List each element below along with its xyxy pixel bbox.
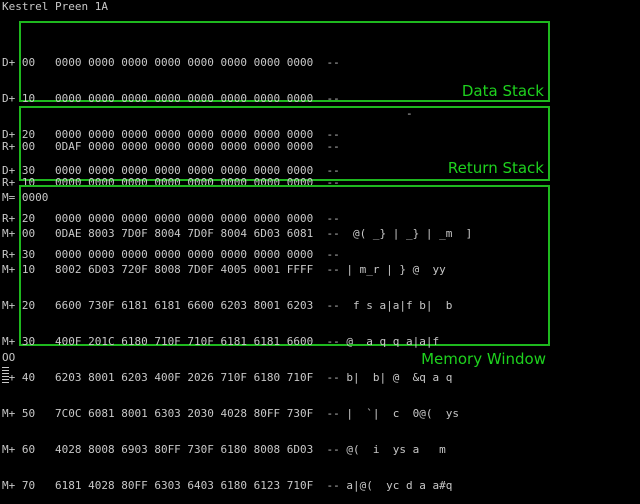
return-stack-label: Return Stack [447,159,544,177]
memory-address: M= 0000 [2,191,49,204]
memory-row: M+ 30 400F 201C 6180 710F 710F 6181 6181… [2,335,440,348]
memory-row: M+ 10 8002 6D03 720F 8008 7D0F 4005 0001… [2,263,446,276]
command-prompt[interactable]: OO [2,352,15,364]
memory-row: M+ 60 4028 8008 6903 80FF 730F 6180 8008… [2,443,446,456]
return-stack-marker: - [406,107,413,120]
memory-row: M+ 20 6600 730F 6181 6181 6600 6203 8001… [2,299,453,312]
data-stack-row: D+ 00 0000 0000 0000 0000 0000 0000 0000… [2,56,340,69]
return-stack-row: R+ 00 0DAF 0000 0000 0000 0000 0000 0000… [2,140,340,153]
memory-row: M+ 00 0DAE 8003 7D0F 8004 7D0F 8004 6D03… [2,227,473,240]
data-stack-row: D+ 10 0000 0000 0000 0000 0000 0000 0000… [2,92,340,105]
memory-row: M+ 50 7C0C 6081 8001 6303 2030 4028 80FF… [2,407,459,420]
memory-row: M+ 40 6203 8001 6203 400F 2026 710F 6180… [2,371,453,384]
data-stack-label: Data Stack [461,82,544,100]
text-cursor [2,367,9,383]
app-title: Kestrel Preen 1A [2,0,108,13]
memory-row: M+ 70 6181 4028 80FF 6303 6403 6180 6123… [2,479,453,492]
memory-rows: M+ 00 0DAE 8003 7D0F 8004 7D0F 8004 6D03… [2,204,472,504]
